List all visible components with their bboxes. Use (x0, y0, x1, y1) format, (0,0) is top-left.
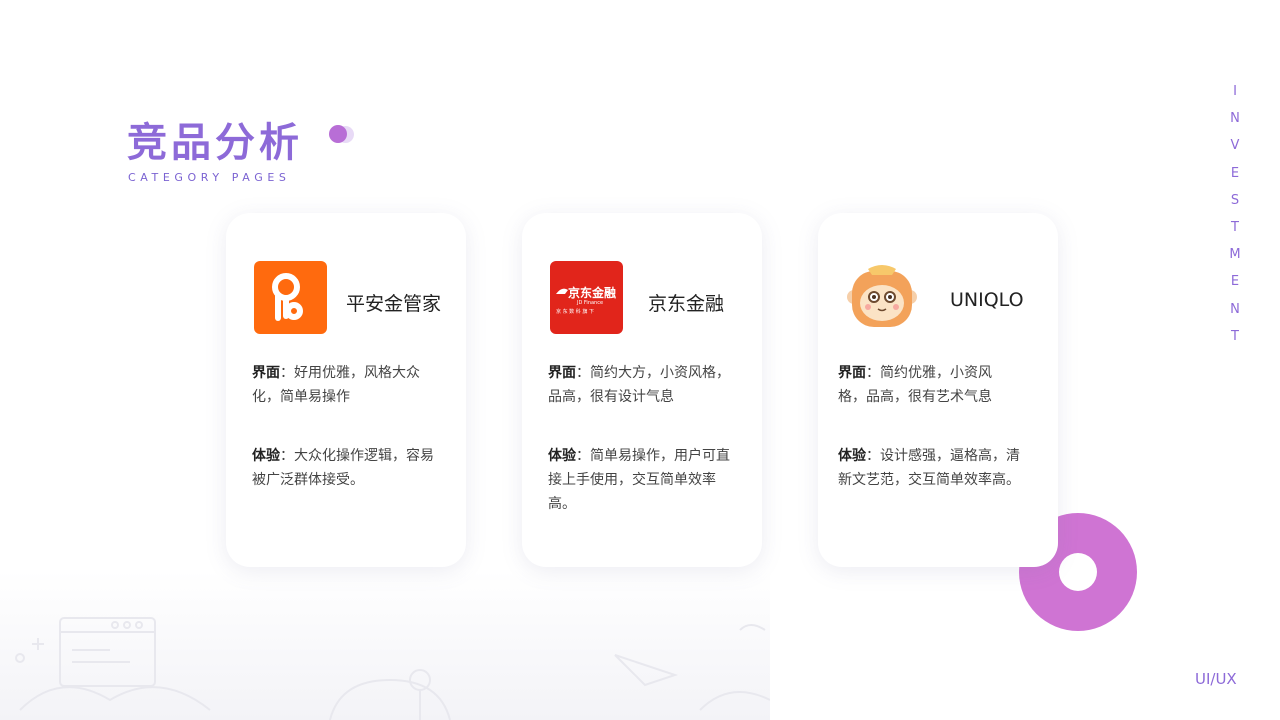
ux-label: 体验 (252, 448, 280, 464)
ux-text: ：大众化操作逻辑，容易被广泛群体接受。 (252, 448, 434, 488)
title-dot (329, 125, 347, 143)
ui-text: ：简约大方，小资风格，品高，很有设计气息 (548, 365, 730, 405)
ux-text: ：简单易操作，用户可直接上手使用，交互简单效率高。 (548, 448, 730, 512)
ux-label: 体验 (838, 448, 866, 464)
side-letter: S (1230, 192, 1240, 208)
side-letter: E (1230, 165, 1240, 181)
competitor-card-uniqlo: UNIQLO 界面：简约优雅，小资风格，品高，很有艺术气息 体验：设计感强，逼格… (818, 213, 1058, 567)
side-letter: M (1229, 247, 1241, 263)
jd-logo-sub: JD Finance (576, 300, 603, 306)
brand-name: 京东金融 (648, 293, 725, 315)
ui-description: 界面：好用优雅，风格大众化，简单易操作 (252, 361, 442, 409)
monkey-mascot-icon (844, 263, 920, 329)
ux-text: ：设计感强，逼格高，清新文艺范，交互简单效率高。 (838, 448, 1020, 488)
side-letter: I (1233, 84, 1237, 99)
jd-logo-tag: 京 东 数 科 旗 下 (556, 308, 594, 315)
side-letter: E (1230, 274, 1240, 290)
ui-label: 界面 (548, 365, 576, 381)
jd-finance-logo-icon: 京东金融 JD Finance 京 东 数 科 旗 下 (550, 261, 623, 334)
page-title: 竞品分析 (127, 120, 303, 166)
brand-name: 平安金管家 (346, 293, 442, 315)
background-doodles (15, 617, 770, 720)
side-letter: T (1231, 220, 1239, 236)
pingan-key-icon (254, 261, 327, 334)
page-subtitle: CATEGORY PAGES (128, 171, 291, 184)
ui-label: 界面 (838, 365, 866, 381)
ux-description: 体验：大众化操作逻辑，容易被广泛群体接受。 (252, 444, 442, 492)
brand-name: UNIQLO (950, 289, 1024, 311)
side-letter: T (1231, 328, 1239, 344)
jd-logo-title: 京东金融 (568, 285, 616, 300)
ui-label: 界面 (252, 365, 280, 381)
ux-label: 体验 (548, 448, 576, 464)
footer-label: UI/UX (1195, 670, 1237, 688)
side-letter: V (1230, 138, 1240, 154)
competitor-card-pingan: 平安金管家 界面：好用优雅，风格大众化，简单易操作 体验：大众化操作逻辑，容易被… (226, 213, 466, 567)
side-letter: N (1230, 301, 1240, 317)
competitor-card-jd: 京东金融 JD Finance 京 东 数 科 旗 下 京东金融 界面：简约大方… (522, 213, 762, 567)
ui-description: 界面：简约优雅，小资风格，品高，很有艺术气息 (838, 361, 1018, 409)
ux-description: 体验：简单易操作，用户可直接上手使用，交互简单效率高。 (548, 444, 738, 516)
side-letter: N (1230, 111, 1240, 127)
ux-description: 体验：设计感强，逼格高，清新文艺范，交互简单效率高。 (838, 444, 1023, 492)
side-vertical-label: I N V E S T M E N T (1228, 78, 1242, 350)
ui-description: 界面：简约大方，小资风格，品高，很有设计气息 (548, 361, 738, 409)
